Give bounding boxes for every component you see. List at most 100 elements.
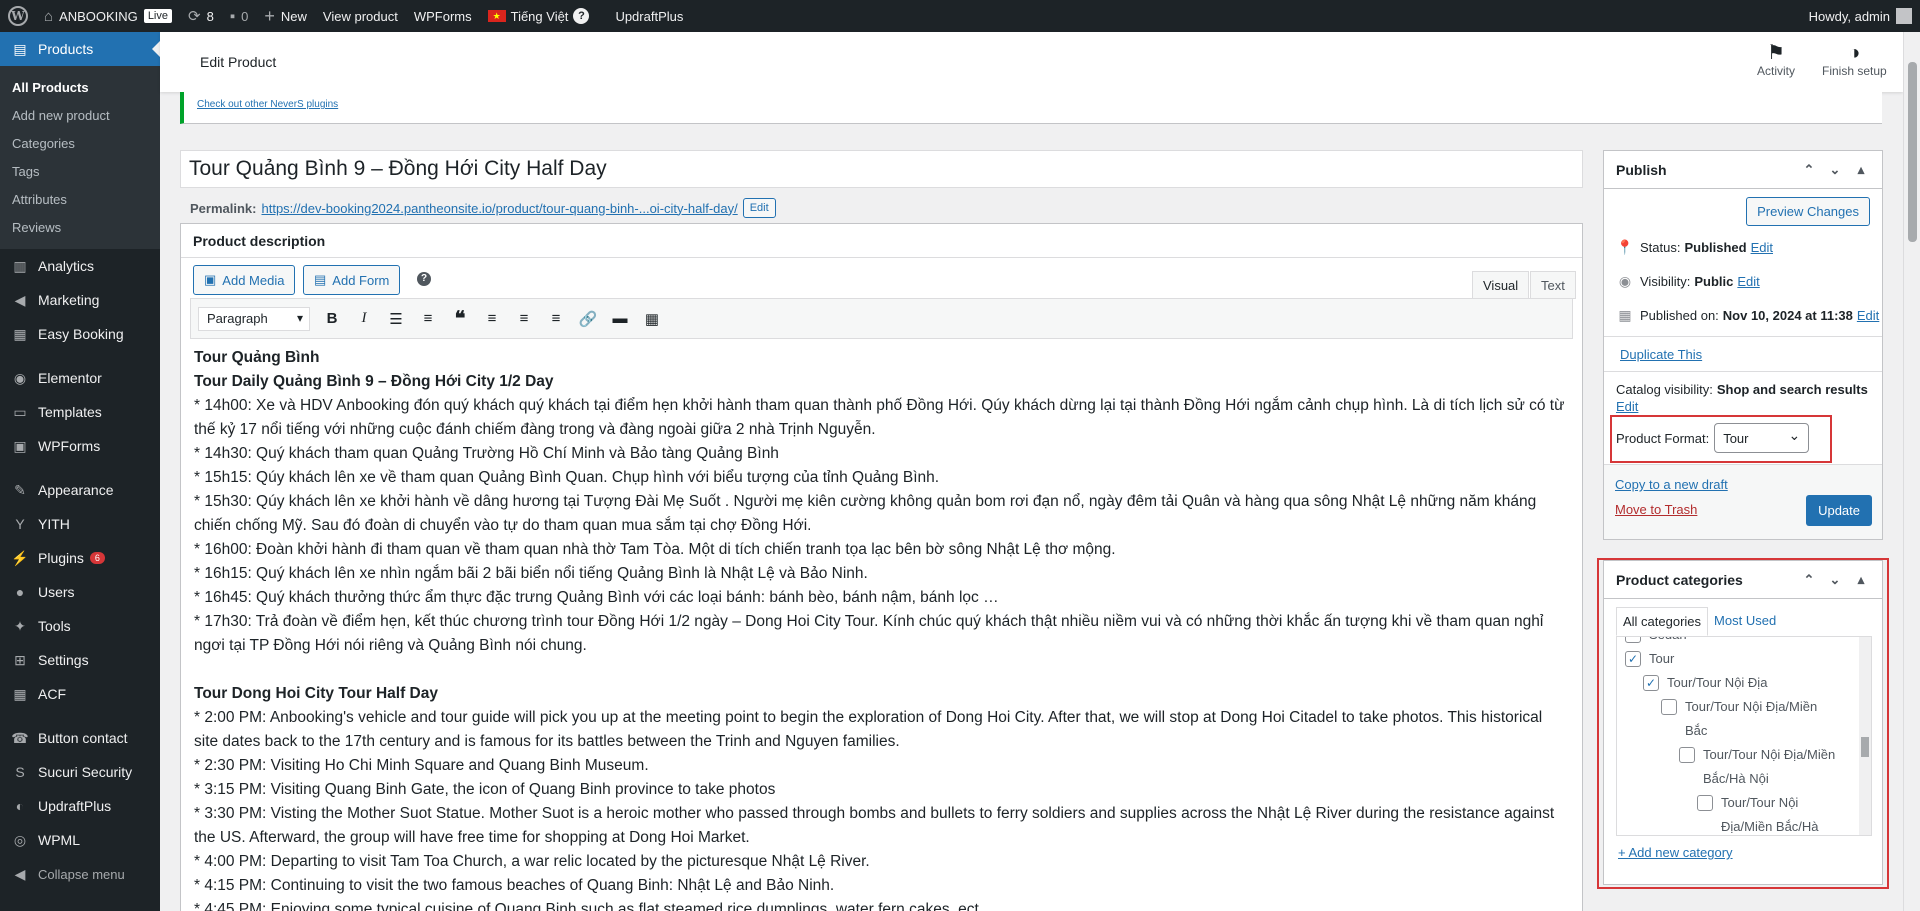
editor-content[interactable]: Tour Quảng Bình Tour Daily Quảng Bình 9 … — [194, 346, 1569, 911]
menu-plugins[interactable]: ⚡ Plugins 6 — [0, 541, 160, 575]
nevers-plugins-link[interactable]: Check out other NeverS plugins — [197, 99, 338, 110]
activity-button[interactable]: ⚑ Activity — [1757, 42, 1795, 78]
menu-easy-booking[interactable]: ▦ Easy Booking — [0, 317, 160, 351]
checkbox-checked[interactable]: ✓ — [1643, 675, 1659, 691]
checkbox[interactable] — [1625, 637, 1641, 643]
submenu-attributes[interactable]: Attributes — [0, 185, 160, 213]
page-scrollbar[interactable] — [1903, 32, 1920, 911]
site-name-link[interactable]: ⌂ ANBOOKING Live — [36, 0, 180, 32]
tab-all-categories[interactable]: All categories — [1616, 607, 1709, 636]
menu-updraftplus[interactable]: ◐ UpdraftPlus — [0, 789, 160, 823]
checkbox[interactable] — [1679, 747, 1695, 763]
menu-settings[interactable]: ⊞ Settings — [0, 643, 160, 677]
move-up-icon[interactable]: ⌃ — [1796, 572, 1822, 588]
align-right-icon[interactable]: ≡ — [542, 305, 570, 333]
menu-acf[interactable]: ▦ ACF — [0, 677, 160, 711]
align-center-icon[interactable]: ≡ — [510, 305, 538, 333]
product-title-input[interactable] — [180, 150, 1583, 188]
new-content-menu[interactable]: + New — [256, 0, 315, 32]
checkbox-checked[interactable]: ✓ — [1625, 651, 1641, 667]
content-paragraph: * 15h15: Qúy khách lên xe về tham quan Q… — [194, 469, 940, 486]
view-product-link[interactable]: View product — [315, 0, 406, 32]
copy-to-draft-link[interactable]: Copy to a new draft — [1615, 477, 1728, 492]
format-select[interactable]: Paragraph — [198, 306, 310, 331]
blockquote-icon[interactable]: ❝ — [446, 305, 474, 333]
menu-analytics[interactable]: ▥ Analytics — [0, 249, 160, 283]
category-item[interactable]: ✓ Tour — [1625, 647, 1674, 671]
add-media-button[interactable]: ▣ Add Media — [193, 265, 296, 295]
sucuri-icon: S — [15, 764, 25, 780]
help-icon[interactable]: ? — [417, 272, 431, 286]
page-scroll-thumb[interactable] — [1908, 62, 1917, 242]
category-item[interactable]: ✓ Tour/Tour Nội Địa — [1643, 671, 1767, 695]
add-new-category-link[interactable]: + Add new category — [1618, 845, 1733, 860]
move-to-trash-link[interactable]: Move to Trash — [1615, 502, 1697, 517]
menu-templates[interactable]: ▭ Templates — [0, 395, 160, 429]
permalink-link[interactable]: https://dev-booking2024.pantheonsite.io/… — [261, 201, 737, 216]
preview-changes-button[interactable]: Preview Changes — [1746, 197, 1870, 226]
updates-link[interactable]: ⟳ 8 — [180, 0, 222, 32]
wpforms-menu[interactable]: WPForms — [406, 0, 480, 32]
bullet-list-icon[interactable]: ☰ — [382, 305, 410, 333]
tab-text[interactable]: Text — [1530, 271, 1576, 299]
add-form-button[interactable]: ▤ Add Form — [303, 265, 401, 295]
content-subheading: Tour Daily Quảng Bình 9 – Đồng Hới City … — [194, 373, 554, 390]
checkbox[interactable] — [1697, 795, 1713, 811]
menu-users[interactable]: ● Users — [0, 575, 160, 609]
submenu-tags[interactable]: Tags — [0, 157, 160, 185]
edit-date-link[interactable]: Edit — [1857, 308, 1879, 323]
move-down-icon[interactable]: ⌄ — [1822, 572, 1848, 588]
move-up-icon[interactable]: ⌃ — [1796, 162, 1822, 178]
category-item[interactable]: Tour/Tour Nội Địa/Miền Bắc — [1661, 695, 1821, 743]
update-button[interactable]: Update — [1806, 495, 1872, 526]
menu-appearance[interactable]: ✎ Appearance — [0, 473, 160, 507]
category-item[interactable]: Sedan — [1625, 637, 1687, 647]
account-menu[interactable]: Howdy, admin — [1801, 0, 1920, 32]
scroll-thumb[interactable] — [1861, 737, 1869, 757]
content-paragraph: * 4:15 PM: Continuing to visit the two f… — [194, 877, 835, 894]
wordpress-logo-menu[interactable]: W — [0, 0, 36, 32]
submenu-reviews[interactable]: Reviews — [0, 213, 160, 241]
permalink-edit-button[interactable]: Edit — [742, 198, 776, 218]
bold-icon[interactable]: B — [318, 305, 346, 333]
duplicate-link[interactable]: Duplicate This — [1620, 347, 1702, 362]
category-item[interactable]: Tour/Tour Nội Địa/Miền Bắc/Hà Nội — [1679, 743, 1839, 791]
menu-wpml[interactable]: ◎ WPML — [0, 823, 160, 857]
submenu-all-products[interactable]: All Products — [0, 73, 160, 101]
menu-button-contact[interactable]: ☎ Button contact — [0, 721, 160, 755]
category-scrollbar[interactable] — [1859, 637, 1871, 835]
move-down-icon[interactable]: ⌄ — [1822, 162, 1848, 178]
comments-link[interactable]: ▪ 0 — [222, 0, 257, 32]
checkbox[interactable] — [1661, 699, 1677, 715]
menu-yith[interactable]: Y YITH — [0, 507, 160, 541]
content-paragraph: * 3:15 PM: Visiting Quang Binh Gate, the… — [194, 781, 776, 798]
collapse-menu-button[interactable]: ◀ Collapse menu — [0, 857, 160, 891]
updraftplus-menu[interactable]: UpdraftPlus — [597, 0, 691, 32]
content-subheading: Tour Dong Hoi City Tour Half Day — [194, 685, 438, 702]
menu-elementor[interactable]: ◉ Elementor — [0, 361, 160, 395]
toolbar-toggle-icon[interactable]: ▦ — [638, 305, 666, 333]
numbered-list-icon[interactable]: ≡ — [414, 305, 442, 333]
edit-status-link[interactable]: Edit — [1751, 240, 1773, 255]
link-icon[interactable]: 🔗 — [574, 305, 602, 333]
product-format-select[interactable]: Tour — [1714, 423, 1810, 453]
tab-most-used[interactable]: Most Used — [1708, 607, 1782, 636]
align-left-icon[interactable]: ≡ — [478, 305, 506, 333]
language-switcher[interactable]: ★ Tiếng Việt ? — [480, 0, 598, 32]
collapse-toggle-icon[interactable]: ▴ — [1848, 572, 1874, 588]
tab-visual[interactable]: Visual — [1472, 271, 1530, 299]
menu-tools[interactable]: ✦ Tools — [0, 609, 160, 643]
submenu-add-new-product[interactable]: Add new product — [0, 101, 160, 129]
edit-visibility-link[interactable]: Edit — [1737, 274, 1759, 289]
edit-catalog-visibility-link[interactable]: Edit — [1616, 399, 1638, 414]
menu-products[interactable]: ▤ Products — [0, 32, 160, 66]
menu-sucuri-security[interactable]: S Sucuri Security — [0, 755, 160, 789]
menu-marketing[interactable]: ◀ Marketing — [0, 283, 160, 317]
collapse-toggle-icon[interactable]: ▴ — [1848, 162, 1874, 178]
submenu-categories[interactable]: Categories — [0, 129, 160, 157]
menu-wpforms[interactable]: ▣ WPForms — [0, 429, 160, 463]
read-more-icon[interactable]: ▬ — [606, 305, 634, 333]
italic-icon[interactable]: I — [350, 305, 378, 333]
category-item[interactable]: Tour/Tour Nội Địa/Miền Bắc/Hà — [1697, 791, 1847, 835]
finish-setup-button[interactable]: ◑ Finish setup — [1822, 42, 1887, 78]
